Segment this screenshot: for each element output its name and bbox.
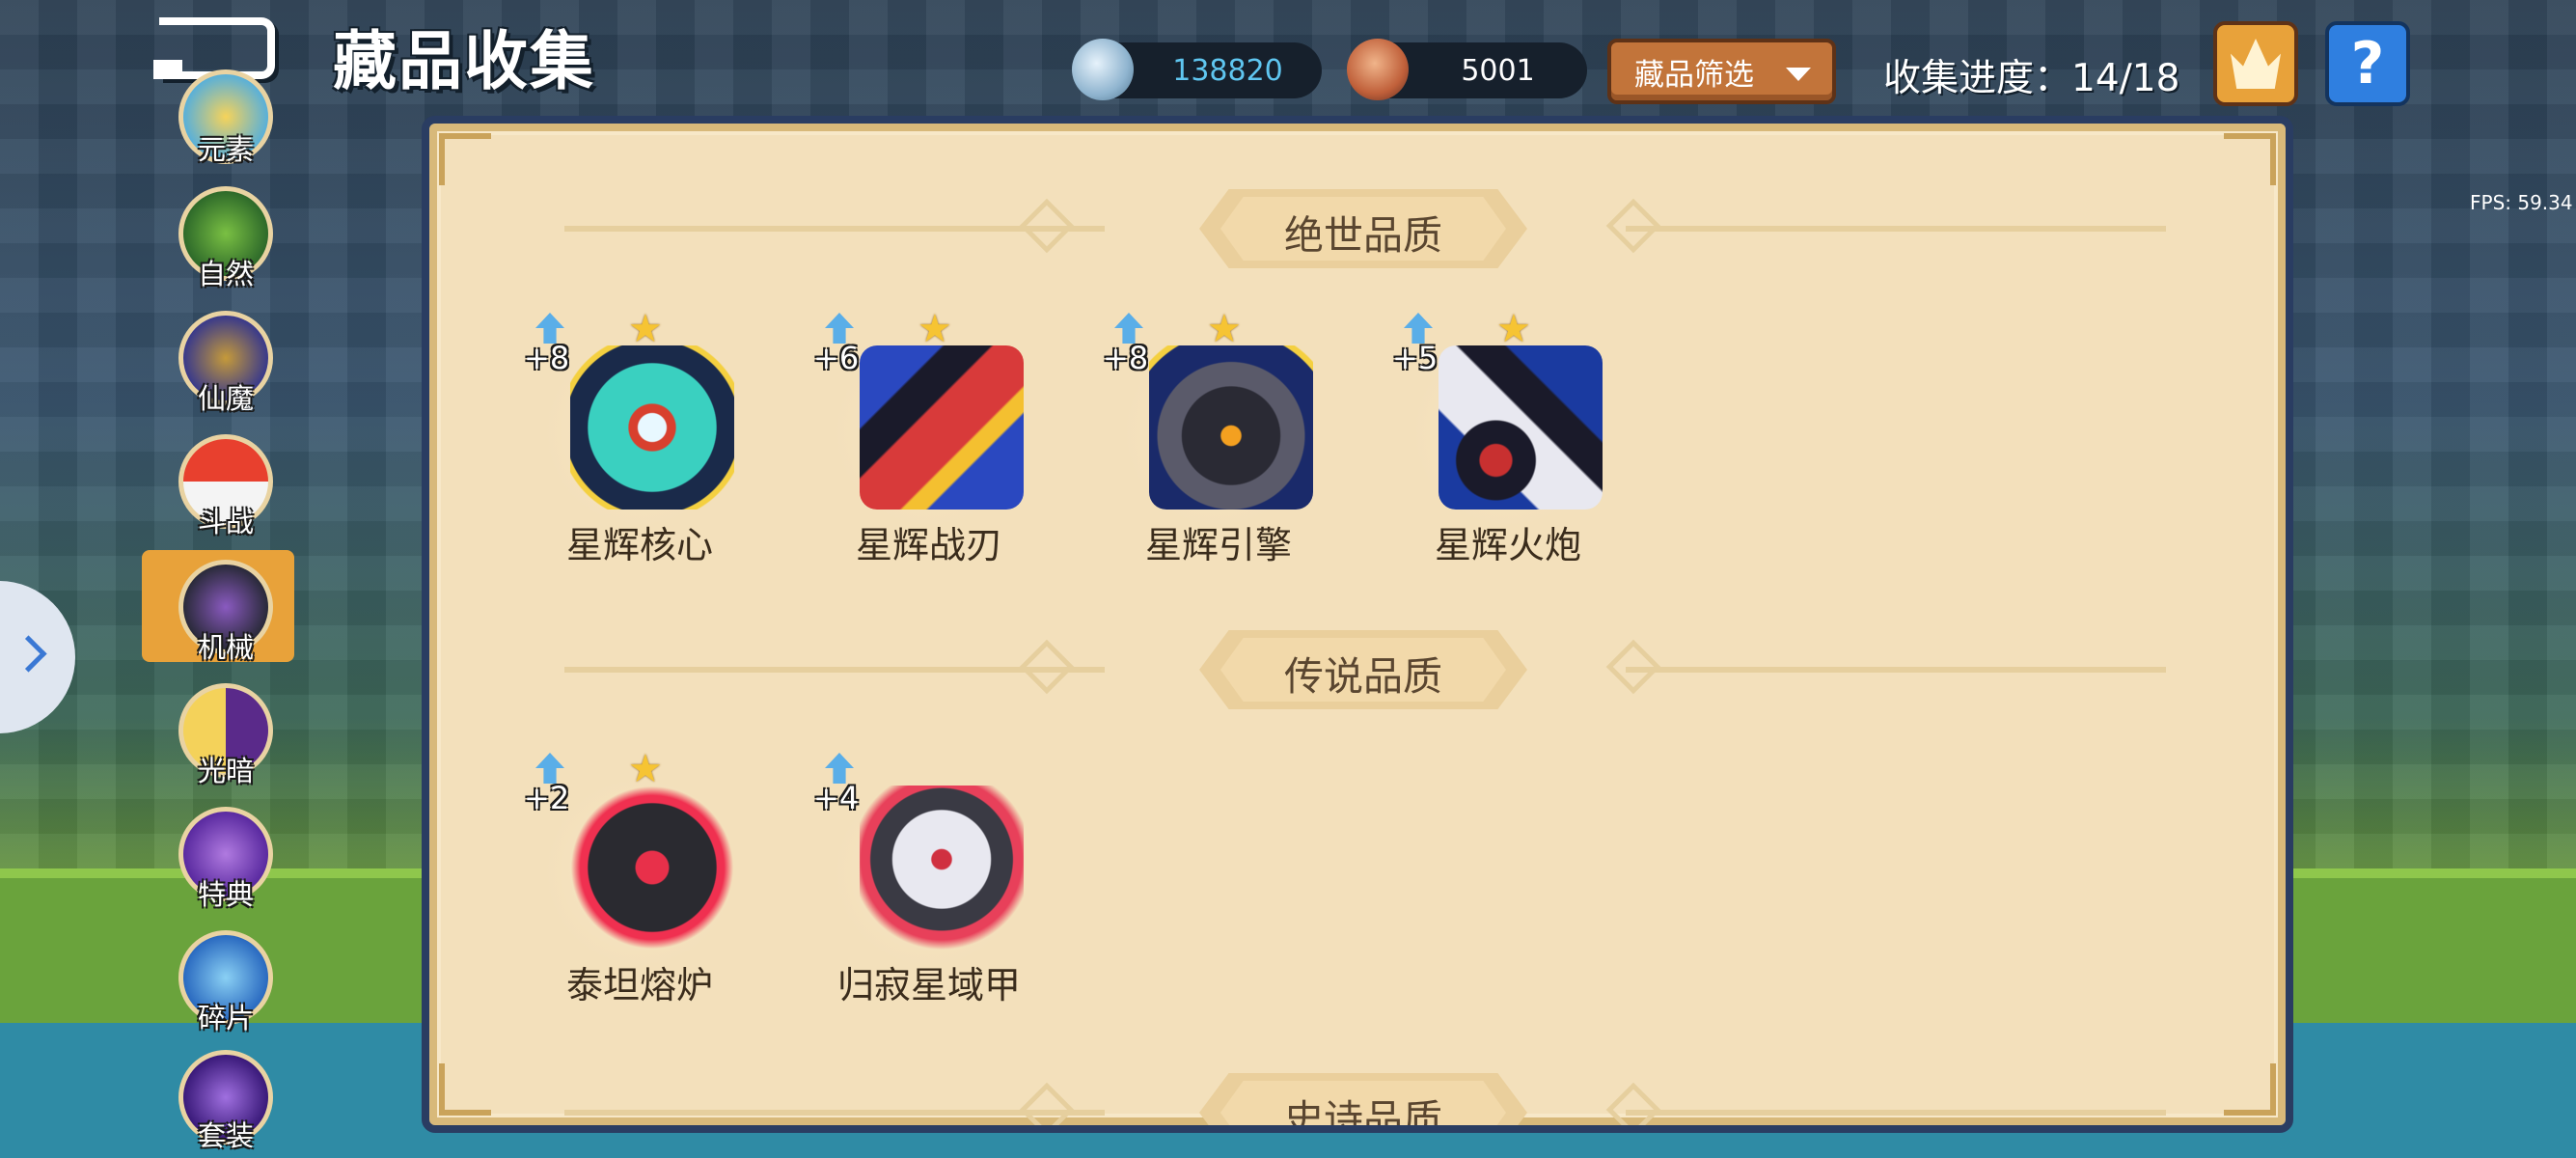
header-diamond (1605, 1082, 1661, 1125)
ore-icon (1347, 39, 1409, 100)
chevron-right-icon (10, 635, 47, 673)
sidebar-item-nature[interactable]: 自然 (176, 186, 276, 294)
header-diamond (1019, 639, 1075, 695)
crystal-orb-icon (1072, 39, 1134, 100)
sidebar-item-label: 仙魔 (197, 382, 254, 415)
star-icon: ★ (1496, 307, 1531, 351)
filter-label: 藏品筛选 (1634, 57, 1754, 93)
section-title: 绝世品质 (1284, 212, 1442, 259)
collection-item[interactable]: +4 归寂星域甲 (804, 747, 1055, 1007)
header-divider (1626, 667, 2166, 673)
sidebar-item-label: 元素 (197, 133, 254, 166)
section-title: 传说品质 (1284, 653, 1442, 700)
star-icon: ★ (1207, 307, 1242, 351)
sidebar-item-label: 特典 (197, 878, 254, 911)
currency-ore-value: 5001 (1461, 53, 1535, 88)
star-icon: ★ (628, 747, 663, 791)
filter-dropdown[interactable]: 藏品筛选 (1607, 39, 1836, 104)
question-icon: ? (2350, 30, 2385, 97)
currency-crystal: 138820 (1072, 39, 1322, 100)
sidebar-item-battle[interactable]: 斗战 (176, 434, 276, 542)
collection-item[interactable]: ★ +5 星辉火炮 (1383, 307, 1633, 567)
star-icon: ★ (918, 307, 952, 351)
item-level: +5 (1392, 340, 1439, 376)
collection-item[interactable]: ★ +8 星辉核心 (514, 307, 765, 567)
header-divider (1626, 1110, 2166, 1116)
panel-corner-decoration (439, 133, 491, 185)
fps-counter: FPS: 59.34 (2470, 191, 2573, 214)
section-header-legendary: 传说品质 (429, 624, 2286, 713)
sidebar-item-special[interactable]: 特典 (176, 807, 276, 915)
item-level: +6 (813, 340, 860, 376)
item-level: +2 (524, 780, 570, 816)
star-icon: ★ (628, 307, 663, 351)
sidebar-item-set[interactable]: 套装 (176, 1050, 276, 1158)
sidebar-item-label: 碎片 (197, 1002, 254, 1034)
page-title: 藏品收集 (333, 24, 595, 98)
currency-crystal-value: 138820 (1172, 53, 1283, 88)
panel-corner-decoration (2224, 133, 2276, 185)
item-name: 星辉战刃 (855, 524, 1002, 566)
rewards-button[interactable] (2213, 21, 2298, 106)
item-name: 归寂星域甲 (836, 964, 1021, 1006)
star-cannon-icon (1439, 345, 1603, 510)
sidebar-item-mech[interactable]: 机械 (176, 560, 276, 668)
star-armor-icon (860, 786, 1024, 950)
header-divider (1626, 226, 2166, 232)
titan-furnace-icon (570, 786, 734, 950)
crown-icon (2231, 39, 2281, 89)
header-diamond (1019, 198, 1075, 254)
section-header-epic: 史诗品质 (429, 1067, 2286, 1133)
help-button[interactable]: ? (2325, 21, 2410, 106)
sidebar-item-label: 机械 (197, 631, 254, 664)
collection-panel: 绝世品质 ★ +8 星辉核心 ★ +6 星辉战刃 ★ +8 星辉引擎 ★ +5 … (422, 116, 2293, 1133)
star-blade-icon (860, 345, 1024, 510)
section-title: 史诗品质 (1284, 1096, 1442, 1133)
item-name: 泰坦熔炉 (565, 964, 713, 1006)
item-level: +8 (1103, 340, 1149, 376)
item-name: 星辉火炮 (1434, 524, 1581, 566)
currency-ore: 5001 (1347, 39, 1587, 100)
sidebar-item-xianmo[interactable]: 仙魔 (176, 311, 276, 419)
item-name: 星辉引擎 (1144, 524, 1292, 566)
sidebar-item-fragment[interactable]: 碎片 (176, 930, 276, 1038)
collection-progress: 收集进度：14/18 (1883, 57, 2180, 100)
sidebar-item-light-dark[interactable]: 光暗 (176, 683, 276, 791)
collection-item[interactable]: ★ +6 星辉战刃 (804, 307, 1055, 567)
sidebar-item-label: 斗战 (197, 506, 254, 538)
header-diamond (1019, 1082, 1075, 1125)
collection-item[interactable]: ★ +2 泰坦熔炉 (514, 747, 765, 1007)
sidebar-item-element[interactable]: 元素 (176, 69, 276, 178)
star-core-icon (570, 345, 734, 510)
chevron-down-icon (1786, 68, 1811, 81)
collection-item[interactable]: ★ +8 星辉引擎 (1093, 307, 1344, 567)
sidebar-item-label: 自然 (197, 258, 254, 290)
item-level: +4 (813, 780, 860, 816)
sidebar-item-label: 套装 (197, 1119, 254, 1152)
sidebar-item-label: 光暗 (197, 755, 254, 787)
section-header-peerless: 绝世品质 (429, 183, 2286, 272)
star-engine-icon (1149, 345, 1313, 510)
item-level: +8 (524, 340, 570, 376)
item-name: 星辉核心 (565, 524, 713, 566)
